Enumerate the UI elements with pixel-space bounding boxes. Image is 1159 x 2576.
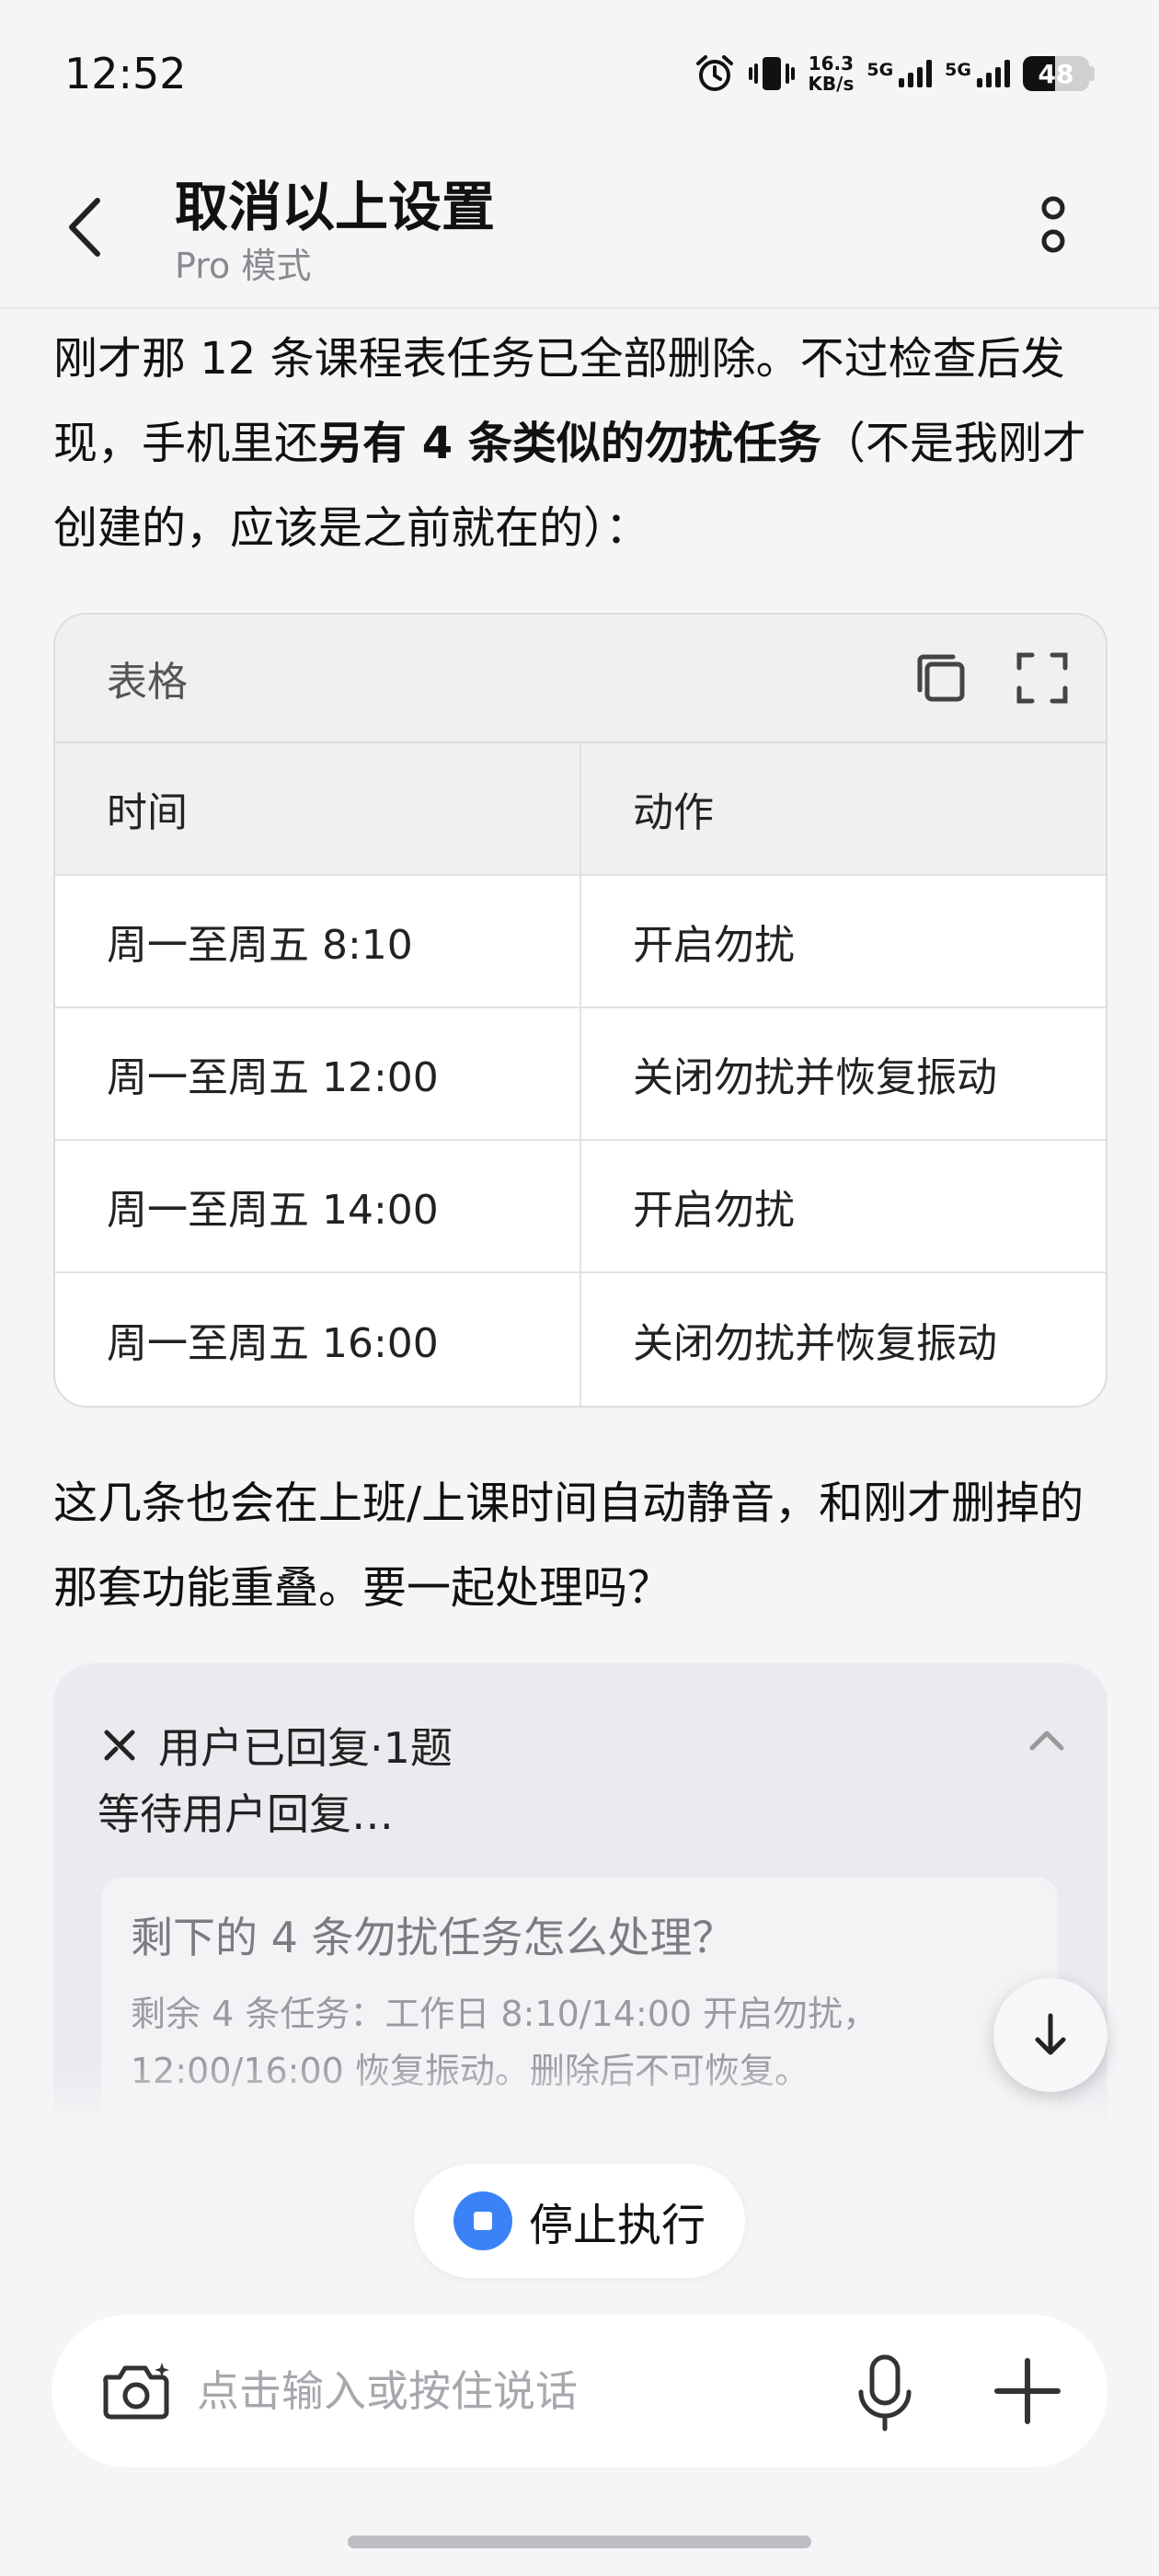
status-bar: 12:52 16.3 KB/s 5G 5G 48 bbox=[0, 0, 1159, 147]
page-title: 取消以上设置 bbox=[175, 176, 496, 238]
table-row: 周一至周五 16:00 关闭勿扰并恢复振动 bbox=[55, 1273, 1106, 1406]
column-header-time: 时间 bbox=[55, 743, 581, 874]
content-fade bbox=[0, 2064, 1159, 2123]
status-icons: 16.3 KB/s 5G 5G 48 bbox=[694, 52, 1095, 95]
user-reply-card: 用户已回复·1题 等待用户回复… 剩下的 4 条勿扰任务怎么处理？ 剩余 4 条… bbox=[53, 1663, 1107, 2123]
sim2-label: 5G bbox=[945, 60, 971, 80]
add-attachment-button[interactable] bbox=[992, 2355, 1063, 2427]
stop-icon bbox=[453, 2191, 512, 2250]
plus-icon bbox=[994, 2358, 1061, 2424]
camera-button[interactable] bbox=[99, 2359, 173, 2423]
table-row: 周一至周五 12:00 关闭勿扰并恢复振动 bbox=[55, 1008, 1106, 1141]
chat-content[interactable]: 刚才那 12 条课程表任务已全部删除。不过检查后发现，手机里还另有 4 条类似的… bbox=[0, 311, 1159, 2123]
input-bar bbox=[52, 2315, 1107, 2467]
table-cell-time: 周一至周五 12:00 bbox=[55, 1008, 581, 1139]
table-row: 周一至周五 14:00 开启勿扰 bbox=[55, 1141, 1106, 1273]
chevron-up-icon bbox=[1029, 1731, 1064, 1751]
signal-bars-icon bbox=[977, 60, 1010, 87]
question-title: 剩下的 4 条勿扰任务怎么处理？ bbox=[131, 1913, 735, 1962]
table-cell-time: 周一至周五 14:00 bbox=[55, 1141, 581, 1271]
collapse-button[interactable] bbox=[1027, 1724, 1067, 1755]
arrow-down-icon bbox=[1035, 2013, 1066, 2055]
table-cell-action: 开启勿扰 bbox=[633, 1187, 795, 1234]
table-cell-action: 开启勿扰 bbox=[633, 922, 795, 969]
table-label: 表格 bbox=[107, 659, 188, 706]
intro-emphasis: 另有 4 条类似的勿扰任务 bbox=[318, 418, 821, 469]
table-cell-time: 周一至周五 8:10 bbox=[55, 876, 581, 1006]
home-indicator[interactable] bbox=[348, 2536, 811, 2548]
status-time: 12:52 bbox=[64, 49, 187, 98]
copy-icon[interactable] bbox=[914, 651, 968, 705]
mode-label: Pro 模式 bbox=[175, 246, 312, 286]
camera-icon bbox=[103, 2363, 169, 2420]
table-row: 周一至周五 8:10 开启勿扰 bbox=[55, 876, 1106, 1008]
tools-icon bbox=[104, 1730, 135, 1761]
assistant-message-followup: 这几条也会在上班/上课时间自动静音，和刚才删掉的那套功能重叠。要一起处理吗？ bbox=[53, 1478, 1084, 1614]
assistant-message-intro: 刚才那 12 条课程表任务已全部删除。不过检查后发现，手机里还另有 4 条类似的… bbox=[53, 316, 1111, 570]
fullscreen-icon[interactable] bbox=[1016, 651, 1069, 705]
microphone-icon bbox=[858, 2354, 912, 2432]
voice-input-button[interactable] bbox=[848, 2352, 922, 2434]
stop-execution-label: 停止执行 bbox=[528, 2200, 706, 2251]
alarm-icon bbox=[696, 55, 734, 91]
more-options-button[interactable] bbox=[1030, 184, 1076, 267]
table-cell-time: 周一至周五 16:00 bbox=[55, 1273, 581, 1406]
reply-title: 用户已回复·1题 bbox=[158, 1723, 453, 1773]
table-cell-action: 关闭勿扰并恢复振动 bbox=[633, 1320, 997, 1367]
message-input[interactable] bbox=[197, 2350, 841, 2432]
sim1-label: 5G bbox=[866, 60, 894, 80]
sim1-signal: 5G bbox=[866, 60, 933, 87]
reply-status: 等待用户回复… bbox=[98, 1789, 394, 1839]
top-app-bar: 取消以上设置 Pro 模式 bbox=[0, 147, 1159, 309]
battery-icon: 48 bbox=[1023, 56, 1095, 91]
sim2-signal: 5G bbox=[945, 60, 1010, 87]
table-cell-action: 关闭勿扰并恢复振动 bbox=[633, 1054, 997, 1101]
scroll-to-bottom-button[interactable] bbox=[993, 1978, 1107, 2092]
chevron-left-icon bbox=[69, 198, 100, 257]
vibrate-icon bbox=[749, 57, 796, 90]
table-card: 表格 时间 动作 周一至周五 8:10 开启勿扰 周一至周五 12:00 关闭勿… bbox=[53, 613, 1107, 1408]
back-button[interactable] bbox=[64, 186, 120, 269]
net-speed: 16.3 KB/s bbox=[808, 53, 854, 94]
table-toolbar: 表格 bbox=[55, 615, 1106, 743]
column-header-action: 动作 bbox=[633, 789, 714, 836]
stop-execution-button[interactable]: 停止执行 bbox=[414, 2164, 745, 2278]
net-speed-value: 16.3 bbox=[808, 52, 855, 75]
net-speed-unit: KB/s bbox=[808, 73, 855, 95]
battery-level: 48 bbox=[1038, 58, 1074, 89]
more-vertical-icon bbox=[1041, 196, 1065, 253]
table-header-row: 时间 动作 bbox=[55, 743, 1106, 876]
signal-bars-icon bbox=[899, 60, 933, 87]
